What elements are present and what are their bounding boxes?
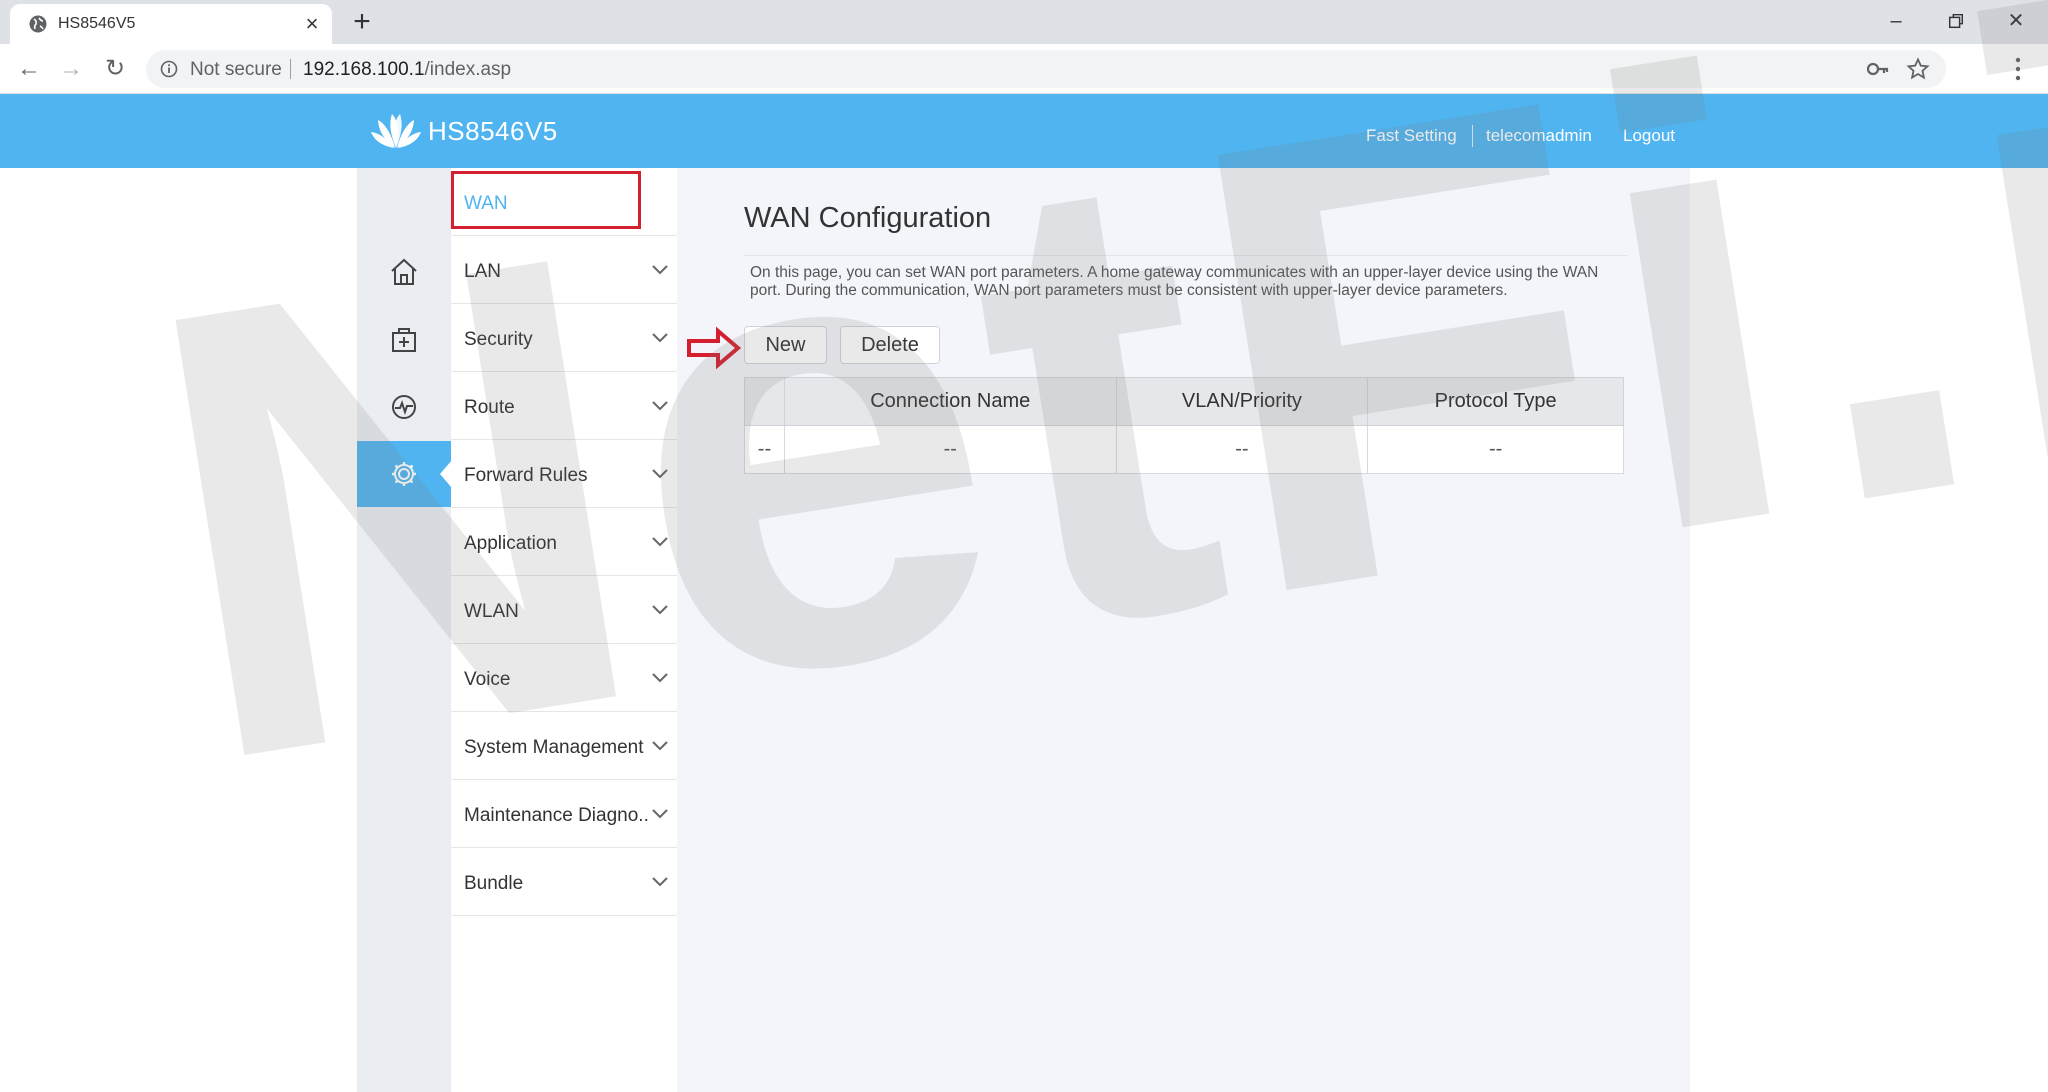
sidebar-item-voice[interactable]: Voice [451,644,677,712]
delete-button[interactable]: Delete [840,326,940,364]
chevron-down-icon [652,401,668,411]
restore-icon[interactable] [1936,6,1976,36]
browser-toolbar: ← → ↻ Not secure 192.168.100.1/index.asp [0,44,2048,94]
address-bar[interactable]: Not secure 192.168.100.1/index.asp [146,50,1946,88]
forward-icon[interactable]: → [56,54,86,84]
info-icon[interactable] [160,60,178,78]
gear-icon [392,462,416,486]
close-window-icon[interactable]: ✕ [1996,6,2036,36]
security-label: Not secure [190,59,282,80]
username-link[interactable]: telecomadmin [1486,126,1592,146]
chevron-down-icon [652,605,668,615]
fast-setting-link[interactable]: Fast Setting [1366,126,1457,146]
protocol-type-header: Protocol Type [1367,377,1624,426]
sidebar-item-label: Forward Rules [464,465,588,486]
app-header: HS8546V5 Fast Setting telecomadmin Logou… [0,94,2048,168]
back-icon[interactable]: ← [14,54,44,84]
home-icon [391,258,417,285]
table-row[interactable]: -- -- -- -- [744,425,1624,474]
omnibox-divider [290,59,291,79]
red-arrow-icon [687,326,742,370]
sidebar-item-label: Maintenance Diagno.. [464,805,649,826]
chevron-down-icon [652,741,668,751]
table-header-row: Connection Name VLAN/Priority Protocol T… [744,377,1624,426]
chevron-down-icon [652,809,668,819]
sidebar-item-bundle[interactable]: Bundle [451,848,677,916]
sidebar-item-label: Application [464,533,557,554]
advanced-category[interactable] [357,441,451,507]
globe-icon [29,15,47,33]
toolbox-icon [392,328,416,352]
status-category[interactable] [357,374,451,440]
table-cell: -- [744,425,785,474]
url-text[interactable]: 192.168.100.1/index.asp [303,59,511,81]
select-column-header [744,377,785,426]
key-icon[interactable] [1866,58,1890,80]
url-host: 192.168.100.1 [303,59,425,80]
vlan-priority-header: VLAN/Priority [1115,377,1369,426]
sidebar-item-system-management[interactable]: System Management [451,712,677,780]
logout-link[interactable]: Logout [1623,126,1675,146]
sidebar-item-forward-rules[interactable]: Forward Rules [451,440,677,508]
sidebar-item-label: Bundle [464,873,524,894]
sidebar-item-label: Route [464,397,515,418]
table-cell: -- [1115,425,1369,474]
sidebar-item-application[interactable]: Application [451,508,677,576]
connection-name-header: Connection Name [783,377,1117,426]
url-path: /index.asp [424,59,512,80]
table-cell: -- [783,425,1117,474]
browser-tab[interactable]: HS8546V5 × [10,4,332,44]
bookmark-star-icon[interactable] [1906,57,1930,81]
header-divider [1472,125,1473,147]
more-menu-icon[interactable] [2006,56,2030,82]
reload-icon[interactable]: ↻ [100,54,130,84]
huawei-logo-icon [371,114,421,148]
page-description: On this page, you can set WAN port param… [750,264,1599,299]
sidebar-menu: WAN LAN Security Route Forward Rules App… [451,168,677,1092]
table-cell: -- [1367,425,1624,474]
sidebar-item-security[interactable]: Security [451,304,677,372]
sidebar-item-label: WLAN [464,601,519,622]
category-icon-column [357,168,451,1092]
chevron-down-icon [652,265,668,275]
tab-close-icon[interactable]: × [300,12,324,36]
wan-connections-table: Connection Name VLAN/Priority Protocol T… [744,377,1624,474]
sidebar-item-label: Voice [464,669,511,690]
pulse-icon [392,395,416,419]
title-divider [744,255,1628,256]
sidebar-item-route[interactable]: Route [451,372,677,440]
sidebar-item-label: System Management [464,737,644,758]
device-model: HS8546V5 [428,116,558,146]
wan-highlight-box [451,171,641,229]
sidebar-item-label: Security [464,329,533,350]
new-button[interactable]: New [744,326,827,364]
browser-tabstrip: HS8546V5 × + – ✕ [0,0,2048,44]
new-tab-icon[interactable]: + [346,6,378,38]
chevron-down-icon [652,877,668,887]
home-category[interactable] [357,239,451,305]
chevron-down-icon [652,333,668,343]
tab-title: HS8546V5 [58,15,136,32]
chevron-down-icon [652,537,668,547]
chevron-down-icon [652,673,668,683]
toolbox-category[interactable] [357,307,451,373]
sidebar-item-maintenance-diagnosis[interactable]: Maintenance Diagno.. [451,780,677,848]
main-content [677,168,1690,1092]
page-title: WAN Configuration [744,202,992,234]
sidebar-item-label: LAN [464,261,501,282]
sidebar-item-lan[interactable]: LAN [451,236,677,304]
chevron-down-icon [652,469,668,479]
sidebar-item-wlan[interactable]: WLAN [451,576,677,644]
minimize-icon[interactable]: – [1876,6,1916,36]
